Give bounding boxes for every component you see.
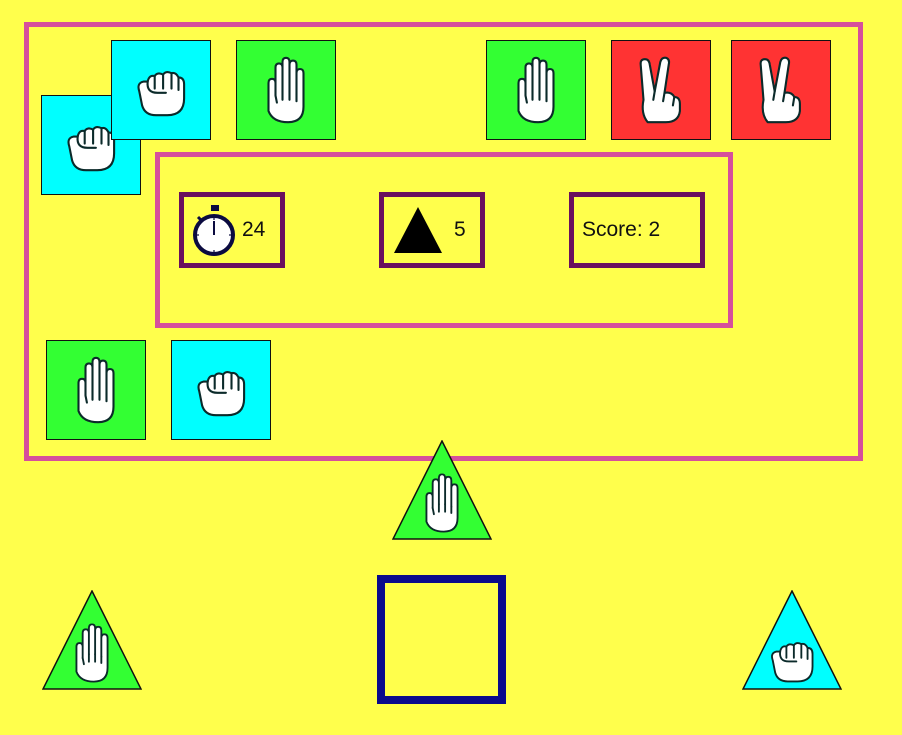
open-hand-icon xyxy=(75,623,109,683)
open-hand-icon xyxy=(517,56,555,124)
rock-card[interactable] xyxy=(111,40,211,140)
fist-icon xyxy=(197,371,246,417)
score-text: Score: 2 xyxy=(582,218,661,241)
fist-icon xyxy=(771,642,814,683)
paper-triangle-piece[interactable] xyxy=(42,590,142,690)
stopwatch-icon xyxy=(193,205,235,256)
score-display: Score: 2 xyxy=(569,192,705,268)
lives-display: 5 xyxy=(379,192,485,268)
paper-triangle-piece[interactable] xyxy=(392,440,492,540)
lives-value: 5 xyxy=(454,218,466,241)
open-hand-icon xyxy=(77,356,115,424)
target-slot[interactable] xyxy=(377,575,506,704)
victory-hand-icon xyxy=(639,56,681,124)
scissors-card[interactable] xyxy=(611,40,711,140)
scissors-card[interactable] xyxy=(731,40,831,140)
open-hand-icon xyxy=(425,473,459,533)
triangle-icon xyxy=(394,207,442,253)
open-hand-icon xyxy=(267,56,305,124)
paper-card[interactable] xyxy=(46,340,146,440)
rock-card[interactable] xyxy=(171,340,271,440)
timer-value: 24 xyxy=(242,218,266,241)
paper-card[interactable] xyxy=(236,40,336,140)
rock-triangle-piece[interactable] xyxy=(742,590,842,690)
timer-display: 24 xyxy=(179,192,285,268)
fist-icon xyxy=(137,71,186,117)
victory-hand-icon xyxy=(759,56,801,124)
paper-card[interactable] xyxy=(486,40,586,140)
